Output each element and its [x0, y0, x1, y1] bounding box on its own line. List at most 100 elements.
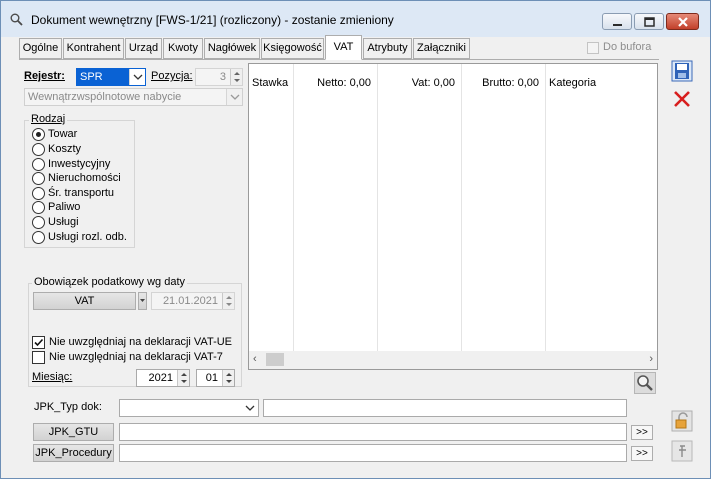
- check-label: Nie uwzględniaj na deklaracji VAT-7: [49, 351, 223, 363]
- column-header-vat: Vat: 0,00: [411, 77, 455, 89]
- column-kategoria: Kategoria: [546, 64, 657, 351]
- pozycja-stepper[interactable]: 3: [195, 68, 243, 86]
- chevron-down-icon: [226, 89, 242, 105]
- column-header-kategoria: Kategoria: [549, 77, 597, 89]
- tab-ogolne[interactable]: Ogólne: [19, 38, 62, 59]
- radio-label: Koszty: [48, 143, 82, 155]
- column-netto: Netto: 0,00: [294, 64, 378, 351]
- jpk-procedury-field[interactable]: [119, 444, 627, 462]
- pozycja-value: 3: [219, 71, 226, 83]
- miesiac-year-value: 2021: [148, 372, 173, 384]
- spin-arrows-icon: [222, 370, 234, 386]
- rejestr-select[interactable]: SPR: [76, 68, 146, 86]
- radio-label: Towar: [48, 128, 78, 140]
- tab-zalaczniki[interactable]: Załączniki: [413, 38, 470, 59]
- miesiac-year-stepper[interactable]: 2021: [136, 369, 190, 387]
- miesiac-month-value: 01: [205, 372, 218, 384]
- small-arrow-icon: [140, 299, 145, 302]
- jpk-typ-description[interactable]: [263, 399, 627, 417]
- jpk-procedury-button[interactable]: JPK_Procedury: [33, 444, 114, 462]
- tab-kontrahent[interactable]: Kontrahent: [63, 38, 124, 59]
- scrollbar-thumb[interactable]: [266, 353, 284, 366]
- radio-circle: [32, 143, 45, 156]
- rejestr-value: SPR: [80, 71, 103, 83]
- column-brutto: Brutto: 0,00: [462, 64, 546, 351]
- maximize-button[interactable]: [634, 13, 664, 30]
- transaction-type-select[interactable]: Wewnątrzwspólnotowe nabycie: [24, 88, 243, 106]
- save-button[interactable]: [671, 60, 693, 82]
- jpk-gtu-more-button[interactable]: >>: [631, 425, 653, 440]
- pin-button[interactable]: [671, 440, 693, 462]
- pozycja-label: Pozycja:: [151, 70, 193, 82]
- title-bar: Dokument wewnętrzny [FWS-1/21] (rozliczo…: [1, 1, 710, 37]
- miesiac-month-stepper[interactable]: 01: [196, 369, 235, 387]
- tab-atrybuty[interactable]: Atrybuty: [363, 38, 412, 59]
- tab-urzad[interactable]: Urząd: [125, 38, 162, 59]
- horizontal-scrollbar[interactable]: ‹ ›: [249, 351, 657, 369]
- pin-icon: [671, 440, 693, 462]
- radio-label: Inwestycyjny: [48, 158, 111, 170]
- vat-table[interactable]: Stawka Netto: 0,00 Vat: 0,00 Brutto: 0,0…: [248, 63, 658, 370]
- obowiazek-date-value: 21.01.2021: [162, 295, 218, 307]
- tab-naglowek[interactable]: Nagłówek: [204, 38, 260, 59]
- scroll-right-icon[interactable]: ›: [649, 353, 653, 365]
- checkbox-box: [32, 351, 45, 364]
- document-window: Dokument wewnętrzny [FWS-1/21] (rozliczo…: [0, 0, 711, 479]
- tab-kwoty[interactable]: Kwoty: [163, 38, 203, 59]
- column-header-stawka: Stawka: [252, 77, 289, 89]
- radio-circle: [32, 231, 45, 244]
- cancel-button[interactable]: [671, 88, 693, 110]
- window-title: Dokument wewnętrzny [FWS-1/21] (rozliczo…: [31, 13, 394, 27]
- scroll-left-icon[interactable]: ‹: [253, 353, 257, 365]
- red-x-icon: [674, 91, 690, 107]
- do-bufora-box: [587, 42, 599, 54]
- radio-label: Paliwo: [48, 201, 81, 213]
- obowiazek-type-dropdown[interactable]: [138, 292, 147, 310]
- search-button[interactable]: [634, 372, 656, 394]
- floppy-disk-icon: [671, 60, 693, 82]
- obowiazek-type-button[interactable]: VAT: [33, 292, 136, 310]
- jpk-procedury-more-button[interactable]: >>: [631, 446, 653, 461]
- maximize-icon: [644, 17, 655, 27]
- radio-label: Śr. transportu: [48, 187, 115, 199]
- column-header-brutto: Brutto: 0,00: [482, 77, 539, 89]
- tab-vat[interactable]: VAT: [325, 35, 362, 60]
- minimize-button[interactable]: [602, 13, 632, 30]
- close-icon: [678, 17, 688, 27]
- lock-button[interactable]: [671, 410, 693, 432]
- spin-arrows-icon: [222, 293, 234, 309]
- column-vat: Vat: 0,00: [378, 64, 462, 351]
- magnifier-title-icon: [10, 13, 23, 26]
- jpk-typ-label: JPK_Typ dok:: [34, 401, 102, 413]
- jpk-typ-select[interactable]: [119, 399, 259, 417]
- minimize-icon: [613, 24, 622, 26]
- obowiazek-date-field[interactable]: 21.01.2021: [151, 292, 235, 310]
- radio-circle: [32, 201, 45, 214]
- rejestr-label: Rejestr:: [24, 70, 65, 82]
- obowiazek-title: Obowiązek podatkowy wg daty: [32, 276, 188, 288]
- jpk-gtu-button[interactable]: JPK_GTU: [33, 423, 114, 441]
- checkmark-icon: [34, 338, 44, 347]
- transaction-type-value: Wewnątrzwspólnotowe nabycie: [28, 91, 182, 103]
- miesiac-label: Miesiąc:: [32, 371, 73, 383]
- check-label: Nie uwzględniaj na deklaracji VAT-UE: [49, 336, 233, 348]
- column-header-netto: Netto: 0,00: [317, 77, 371, 89]
- chevron-down-icon: [242, 400, 258, 416]
- radio-circle: [32, 158, 45, 171]
- rodzaj-title: Rodzaj: [29, 113, 68, 125]
- radio-circle: [32, 187, 45, 200]
- spin-arrows-icon: [230, 69, 242, 85]
- do-bufora-label: Do bufora: [603, 41, 652, 53]
- radio-label: Nieruchomości: [48, 172, 121, 184]
- radio-circle: [32, 172, 45, 185]
- magnifier-icon: [634, 372, 656, 394]
- radio-label: Usługi: [48, 216, 79, 228]
- close-window-button[interactable]: [666, 13, 699, 30]
- tab-ksiegowosc[interactable]: Księgowość: [261, 38, 324, 59]
- padlock-icon: [671, 410, 693, 432]
- radio-circle: [32, 128, 45, 141]
- column-stawka: Stawka: [249, 64, 294, 351]
- checkbox-box: [32, 336, 45, 349]
- jpk-gtu-field[interactable]: [119, 423, 627, 441]
- radio-circle: [32, 216, 45, 229]
